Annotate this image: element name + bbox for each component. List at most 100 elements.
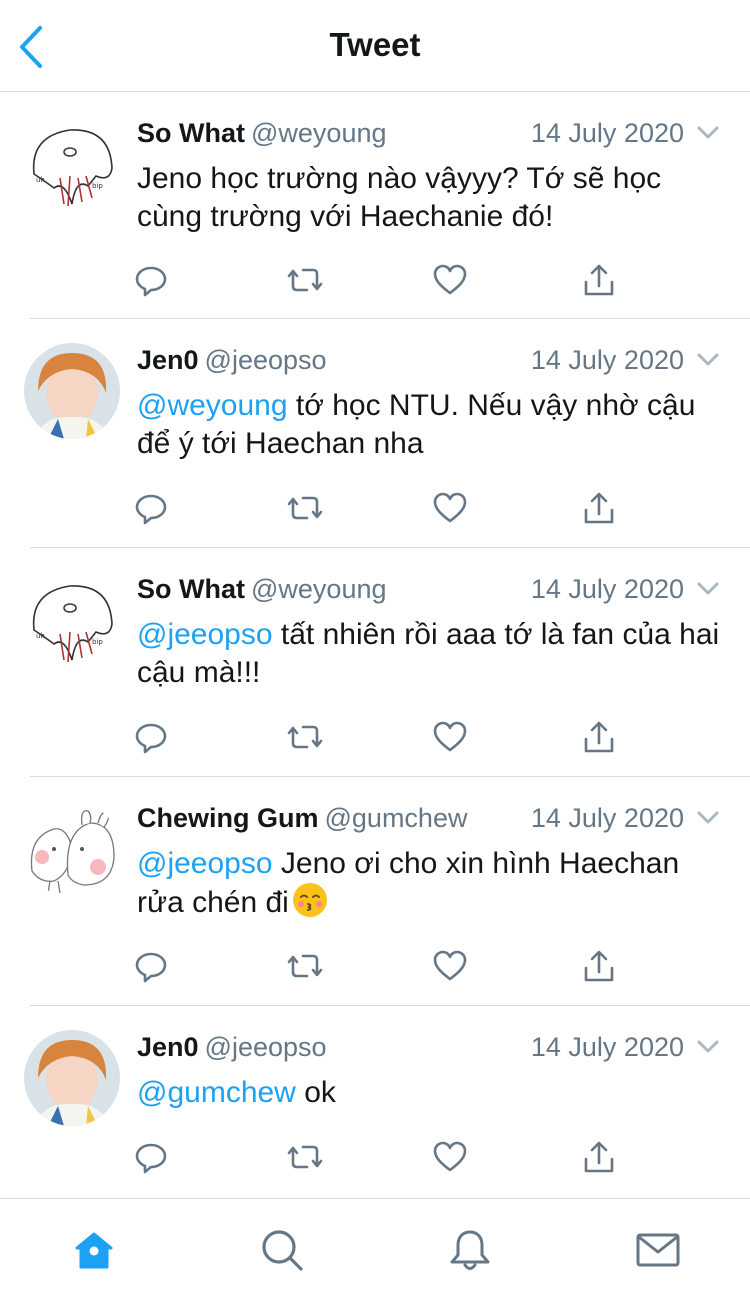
user-avatar[interactable]: uh bip xyxy=(24,116,120,212)
tweet-actions xyxy=(0,262,750,302)
tab-notifications[interactable] xyxy=(447,1227,493,1273)
retweet-button[interactable] xyxy=(287,719,323,755)
chevron-down-icon[interactable] xyxy=(696,810,720,826)
tweet-date: 14 July 2020 xyxy=(530,574,684,604)
reply-icon xyxy=(135,494,167,525)
display-name[interactable]: So What xyxy=(137,118,245,148)
retweet-icon xyxy=(287,268,323,292)
reply-icon xyxy=(135,952,167,983)
retweet-icon xyxy=(287,954,323,978)
tweet[interactable]: Chewing Gum @gumchew 14 July 2020 @jeeops… xyxy=(0,777,750,1006)
tab-home[interactable] xyxy=(71,1227,117,1273)
reply-icon xyxy=(135,723,167,754)
tweet-actions xyxy=(0,490,750,530)
tweet-actions xyxy=(0,1139,750,1179)
tweet-actions xyxy=(0,948,750,988)
retweet-button[interactable] xyxy=(287,948,323,984)
tweet[interactable]: uh bip So What @weyoung 14 July 2020 @jee… xyxy=(0,548,750,777)
bunny-avatar-icon xyxy=(30,810,115,894)
mention-link[interactable]: @jeeopso xyxy=(137,618,273,651)
tweet-date: 14 July 2020 xyxy=(530,345,684,375)
notifications-icon xyxy=(450,1230,490,1270)
messages-icon xyxy=(636,1233,680,1267)
reply-button[interactable] xyxy=(133,490,169,526)
svg-text:bip: bip xyxy=(92,182,103,190)
share-button[interactable] xyxy=(581,719,617,755)
retweet-button[interactable] xyxy=(287,490,323,526)
tweet-date: 14 July 2020 xyxy=(530,803,684,833)
cartoon-avatar-icon: uh bip xyxy=(32,585,113,663)
tweet[interactable]: uh bip So What @weyoung 14 July 2020 Jeno… xyxy=(0,92,750,319)
reply-button[interactable] xyxy=(133,948,169,984)
like-icon xyxy=(433,492,467,523)
display-name[interactable]: Jen0 xyxy=(137,345,199,375)
svg-text:uh: uh xyxy=(36,176,45,184)
tweet-text: @weyoung tớ học NTU. Nếu vậy nhờ cậu để … xyxy=(137,387,727,463)
share-button[interactable] xyxy=(581,1139,617,1175)
cartoon-avatar-icon: uh bip xyxy=(32,129,113,207)
display-name[interactable]: Chewing Gum xyxy=(137,803,319,833)
share-button[interactable] xyxy=(581,490,617,526)
tweet-text-content: Jeno học trường nào vậyyy? Tớ sẽ học cùn… xyxy=(137,162,662,233)
retweet-button[interactable] xyxy=(287,262,323,298)
user-avatar[interactable] xyxy=(24,343,120,439)
retweet-icon xyxy=(287,725,323,749)
tweet[interactable]: Jen0 @jeeopso 14 July 2020 @gumchew ok xyxy=(0,1006,750,1198)
like-button[interactable] xyxy=(432,948,468,984)
retweet-icon xyxy=(287,1145,323,1169)
reply-icon xyxy=(135,1143,167,1174)
like-button[interactable] xyxy=(432,1139,468,1175)
user-handle: @gumchew xyxy=(324,803,468,833)
user-avatar[interactable] xyxy=(24,801,120,897)
display-name[interactable]: Jen0 xyxy=(137,1032,199,1062)
tweet[interactable]: Jen0 @jeeopso 14 July 2020 @weyoung tớ họ… xyxy=(0,319,750,548)
user-avatar[interactable]: uh bip xyxy=(24,572,120,668)
share-icon xyxy=(584,1141,614,1173)
mention-link[interactable]: @weyoung xyxy=(137,389,288,422)
reply-button[interactable] xyxy=(133,1139,169,1175)
page-title: Tweet xyxy=(329,26,421,63)
user-handle: @jeeopso xyxy=(204,345,327,375)
tweet-date: 14 July 2020 xyxy=(530,118,684,148)
user-handle: @jeeopso xyxy=(204,1032,327,1062)
photo-avatar xyxy=(24,1030,120,1126)
retweet-icon xyxy=(287,496,323,520)
tweet-text: @gumchew ok xyxy=(137,1074,727,1112)
tab-search[interactable] xyxy=(259,1227,305,1273)
tweet-date: 14 July 2020 xyxy=(530,1032,684,1062)
mention-link[interactable]: @gumchew xyxy=(137,1076,296,1109)
top-bar: Tweet xyxy=(0,0,750,92)
kissing-face-icon xyxy=(292,883,327,917)
svg-text:bip: bip xyxy=(92,638,103,646)
tweet-text-content: ok xyxy=(295,1076,336,1109)
like-button[interactable] xyxy=(432,262,468,298)
reply-icon xyxy=(135,266,167,297)
like-icon xyxy=(433,721,467,752)
share-icon xyxy=(584,492,614,524)
share-button[interactable] xyxy=(581,948,617,984)
chevron-down-icon[interactable] xyxy=(696,581,720,597)
mention-link[interactable]: @jeeopso xyxy=(137,847,273,880)
chevron-down-icon[interactable] xyxy=(696,125,720,141)
tweet-actions xyxy=(0,719,750,759)
bottom-tab-bar xyxy=(0,1198,750,1297)
retweet-button[interactable] xyxy=(287,1139,323,1175)
tab-messages[interactable] xyxy=(635,1227,681,1273)
share-button[interactable] xyxy=(581,262,617,298)
share-icon xyxy=(584,721,614,753)
user-avatar[interactable] xyxy=(24,1030,120,1126)
home-icon xyxy=(75,1232,113,1269)
tweet-text: Jeno học trường nào vậyyy? Tớ sẽ học cùn… xyxy=(137,160,727,236)
like-icon xyxy=(433,264,467,295)
like-button[interactable] xyxy=(432,490,468,526)
user-handle: @weyoung xyxy=(251,118,387,148)
share-icon xyxy=(584,264,614,296)
reply-button[interactable] xyxy=(133,719,169,755)
display-name[interactable]: So What xyxy=(137,574,245,604)
search-icon xyxy=(262,1230,303,1271)
chevron-down-icon[interactable] xyxy=(696,352,720,368)
like-icon xyxy=(433,950,467,981)
like-button[interactable] xyxy=(432,719,468,755)
reply-button[interactable] xyxy=(133,262,169,298)
chevron-down-icon[interactable] xyxy=(696,1039,720,1055)
